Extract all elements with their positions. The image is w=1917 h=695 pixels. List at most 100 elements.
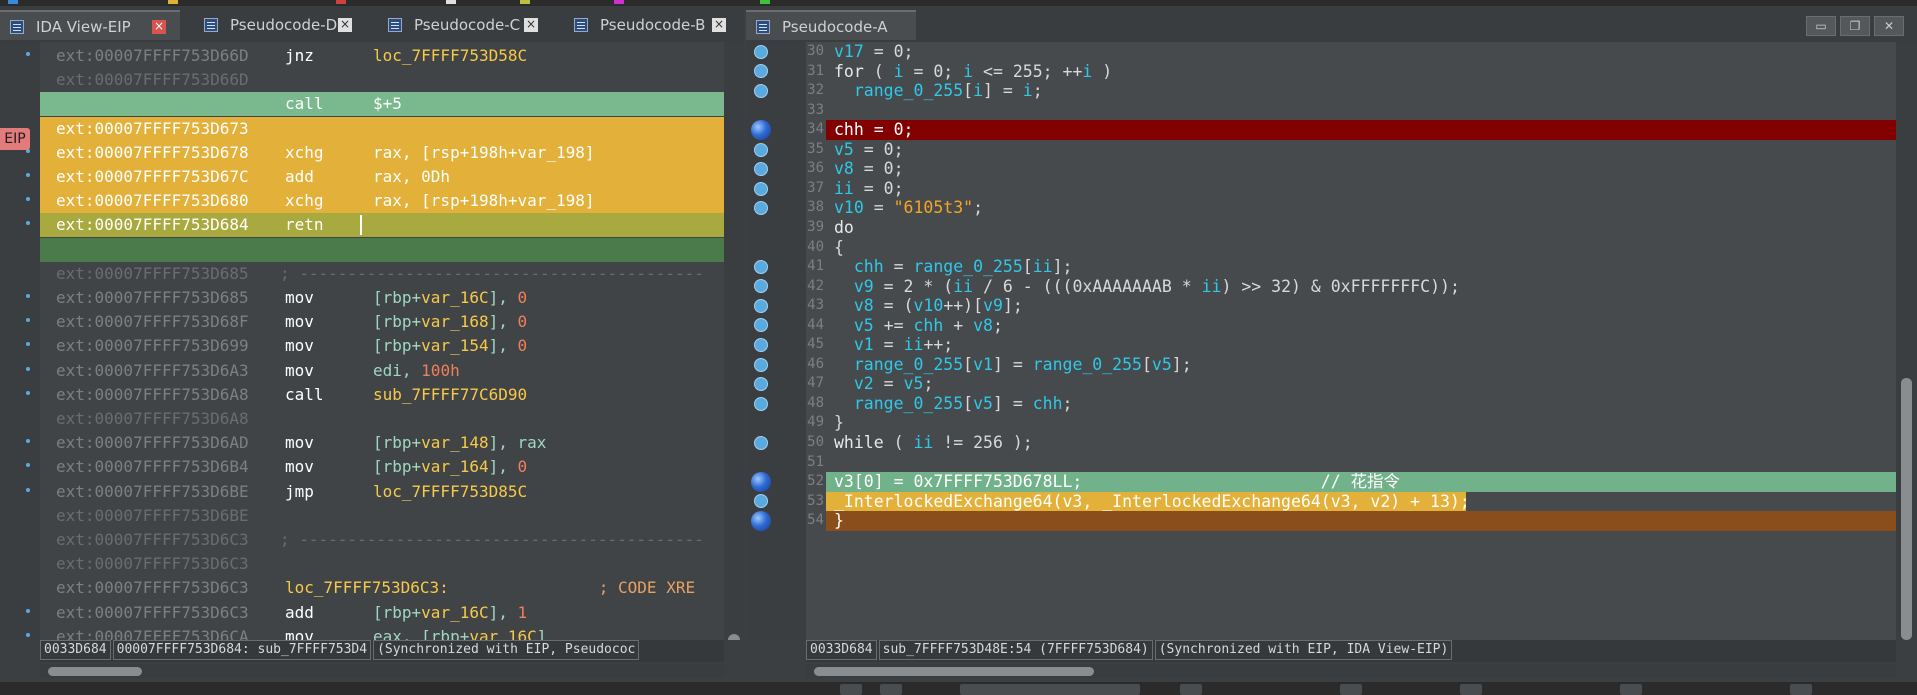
operands[interactable]: eax, [rbp+var_16C] xyxy=(373,625,546,640)
disasm-line[interactable]: ext:00007FFFF753D6A8 xyxy=(40,407,724,431)
breakpoint-slot-icon[interactable] xyxy=(26,463,30,468)
disasm-line[interactable]: ext:00007FFFF753D684 retn xyxy=(40,213,724,238)
tab-ida-view-eip[interactable]: IDA View-EIP × xyxy=(0,10,180,40)
pseudocode-line[interactable]: 37 ii = 0; xyxy=(806,179,1896,199)
restore-icon[interactable]: ❐ xyxy=(1840,16,1870,36)
pseudocode-line[interactable]: 53 _InterlockedExchange64(v3, _Interlocke… xyxy=(806,491,1896,512)
pseudocode-panel[interactable]: 30 v17 = 0; 31 for ( i = 0; i <= 255; ++i )… xyxy=(746,42,1917,640)
code-text[interactable]: range_0_255[v1] = range_0_255[v5]; xyxy=(834,355,1192,375)
breakpoint-slot-icon[interactable] xyxy=(754,64,768,79)
pseudocode-line[interactable]: 33 xyxy=(806,101,1896,121)
disasm-line[interactable]: ext:00007FFFF753D6BE jmp loc_7FFFF753D85C xyxy=(40,480,724,504)
operands[interactable]: rax, [rsp+198h+var_198] xyxy=(373,141,595,165)
disasm-line[interactable]: ext:00007FFFF753D684 xyxy=(40,237,724,262)
disassembly-listing[interactable]: ext:00007FFFF753D66D jnz loc_7FFFF753D58Ce… xyxy=(40,42,724,640)
active-breakpoint-icon[interactable] xyxy=(751,510,771,531)
tab-pseudocode-a[interactable]: Pseudocode-A xyxy=(746,10,916,40)
disasm-line[interactable]: ext:00007FFFF753D685 ; ------------------… xyxy=(40,262,724,286)
disasm-line[interactable]: ext:00007FFFF753D699 mov [rbp+var_154], 0 xyxy=(40,334,724,358)
pseudocode-line[interactable]: 50 while ( ii != 256 ); xyxy=(806,433,1896,453)
breakpoint-slot-icon[interactable] xyxy=(754,396,768,411)
breakpoint-slot-icon[interactable] xyxy=(754,318,768,333)
code-text[interactable]: v2 = v5; xyxy=(834,374,934,394)
code-text[interactable]: while ( ii != 256 ); xyxy=(834,433,1033,453)
pseudocode-line[interactable]: 47 v2 = v5; xyxy=(806,374,1896,394)
active-breakpoint-icon[interactable] xyxy=(751,471,771,492)
disasm-line[interactable]: ext:00007FFFF753D66D jnz loc_7FFFF753D58C xyxy=(40,44,724,68)
breakpoint-slot-icon[interactable] xyxy=(754,83,768,98)
operands[interactable]: $+5 xyxy=(373,92,402,116)
pseudocode-line[interactable]: 45 v1 = ii++; xyxy=(806,335,1896,355)
pseudocode-line[interactable]: 42 v9 = 2 * (ii / 6 - (((0xAAAAAAAB * ii… xyxy=(806,277,1896,297)
breakpoint-slot-icon[interactable] xyxy=(26,318,30,323)
code-text[interactable]: for ( i = 0; i <= 255; ++i ) xyxy=(834,62,1112,82)
code-text[interactable]: range_0_255[v5] = chh; xyxy=(834,394,1073,414)
breakpoint-slot-icon[interactable] xyxy=(26,294,30,298)
breakpoint-slot-icon[interactable] xyxy=(26,632,30,637)
code-text[interactable]: range_0_255[i] = i; xyxy=(834,81,1043,101)
operands[interactable]: ; CODE XRE xyxy=(435,576,695,600)
scroll-thumb[interactable] xyxy=(1901,378,1912,640)
code-text[interactable]: v3[0] = 0x7FFFF753D678LL; // 花指令 xyxy=(834,472,1400,492)
operands[interactable]: edi, 100h xyxy=(373,359,460,383)
active-breakpoint-icon[interactable] xyxy=(751,119,771,140)
disasm-line[interactable]: ext:00007FFFF753D6CA mov eax, [rbp+var_16C… xyxy=(40,625,724,640)
operands[interactable]: rax, 0Dh xyxy=(373,165,450,189)
operands[interactable]: loc_7FFFF753D85C xyxy=(373,480,527,504)
code-text[interactable]: ii = 0; xyxy=(834,179,904,199)
code-text[interactable]: v9 = 2 * (ii / 6 - (((0xAAAAAAAB * ii) >… xyxy=(834,277,1460,297)
disasm-line[interactable]: ext:00007FFFF753D673 xyxy=(40,116,724,141)
breakpoint-slot-icon[interactable] xyxy=(26,439,30,444)
pseudocode-line[interactable]: 31 for ( i = 0; i <= 255; ++i ) xyxy=(806,62,1896,82)
pseudocode-line[interactable]: 49} xyxy=(806,413,1896,433)
tab-pseudocode-d[interactable]: Pseudocode-D × xyxy=(194,10,364,40)
disasm-line[interactable]: ext:00007FFFF753D680 xchg rax, [rsp+198h+v… xyxy=(40,189,724,214)
code-text[interactable]: v5 = 0; xyxy=(834,140,904,160)
pseudocode-line[interactable]: 52 v3[0] = 0x7FFFF753D678LL; // 花指令 xyxy=(806,472,1896,492)
disasm-line[interactable]: ext:00007FFFF753D6C3 add [rbp+var_16C], 1 xyxy=(40,601,724,625)
breakpoint-slot-icon[interactable] xyxy=(754,142,768,157)
breakpoint-slot-icon[interactable] xyxy=(26,221,30,226)
code-text[interactable]: chh = 0; xyxy=(834,120,913,140)
left-horizontal-scrollbar[interactable] xyxy=(40,664,724,678)
operands[interactable]: [rbp+var_16C], 1 xyxy=(373,601,527,625)
close-icon[interactable]: × xyxy=(712,18,726,32)
close-icon[interactable]: × xyxy=(152,20,166,34)
tab-pseudocode-b[interactable]: Pseudocode-B × xyxy=(564,10,740,40)
breakpoint-slot-icon[interactable] xyxy=(754,357,768,372)
pseudocode-line[interactable]: 35 v5 = 0; xyxy=(806,140,1896,160)
minimize-icon[interactable]: ▭ xyxy=(1806,16,1836,36)
code-text[interactable]: } xyxy=(834,413,844,433)
breakpoint-slot-icon[interactable] xyxy=(754,298,768,313)
breakpoint-slot-icon[interactable] xyxy=(26,608,30,613)
breakpoint-slot-icon[interactable] xyxy=(754,338,768,353)
disasm-line[interactable]: ext:00007FFFF753D6C3 xyxy=(40,552,724,576)
close-panel-icon[interactable]: ✕ xyxy=(1874,16,1904,36)
operands[interactable]: [rbp+var_154], 0 xyxy=(373,334,527,358)
disasm-line[interactable]: ext:00007FFFF753D6AD mov [rbp+var_148], ra… xyxy=(40,431,724,455)
operands[interactable]: rax, [rsp+198h+var_198] xyxy=(373,189,595,213)
left-vertical-scrollbar[interactable] xyxy=(724,42,744,640)
breakpoint-slot-icon[interactable] xyxy=(26,390,30,395)
pseudocode-line[interactable]: 46 range_0_255[v1] = range_0_255[v5]; xyxy=(806,355,1896,375)
scroll-thumb[interactable] xyxy=(728,634,740,640)
operands[interactable]: [rbp+var_148], rax xyxy=(373,431,546,455)
code-text[interactable]: v17 = 0; xyxy=(834,42,913,62)
code-text[interactable]: v8 = (v10++)[v9]; xyxy=(834,296,1023,316)
breakpoint-slot-icon[interactable] xyxy=(754,201,768,216)
pseudocode-line[interactable]: 38 v10 = "6105t3"; xyxy=(806,198,1896,218)
scroll-thumb[interactable] xyxy=(814,667,1094,676)
breakpoint-slot-icon[interactable] xyxy=(754,279,768,294)
breakpoint-slot-icon[interactable] xyxy=(26,197,30,202)
code-text[interactable]: chh = range_0_255[ii]; xyxy=(834,257,1073,277)
disasm-line[interactable]: ext:00007FFFF753D6A8 call sub_7FFFF77C6D90 xyxy=(40,383,724,407)
operands[interactable]: [rbp+var_168], 0 xyxy=(373,310,527,334)
disasm-line[interactable]: ext:00007FFFF753D678 xchg rax, [rsp+198h+v… xyxy=(40,140,724,165)
code-text[interactable]: do xyxy=(834,218,854,238)
pseudocode-listing[interactable]: 30 v17 = 0; 31 for ( i = 0; i <= 255; ++i )… xyxy=(806,42,1896,640)
disasm-line[interactable]: ext:00007FFFF753D67C add rax, 0Dh xyxy=(40,165,724,189)
ida-view-panel[interactable]: EIP ext:00007FFFF753D66D jnz loc_7FFFF753D… xyxy=(0,42,744,640)
operands[interactable]: [rbp+var_164], 0 xyxy=(373,455,527,479)
disasm-line[interactable]: ext:00007FFFF753D6C3 ; ------------------… xyxy=(40,528,724,552)
operands[interactable]: loc_7FFFF753D58C xyxy=(373,44,527,68)
